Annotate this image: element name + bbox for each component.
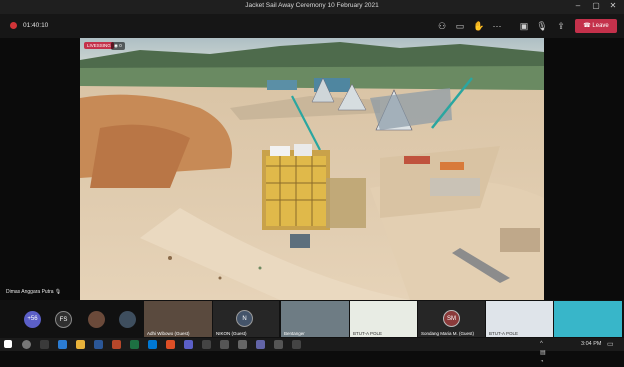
active-speaker-name: Dimas Anggara Putra 🎙 (6, 289, 61, 295)
leave-label: Leave (592, 23, 609, 29)
taskbar-clock[interactable]: 3:04 PM (581, 341, 601, 347)
mic-icon: 🎙 (54, 289, 62, 295)
tile-label: BTUT-A POLE (489, 331, 519, 336)
app-icon-6[interactable] (292, 340, 301, 349)
tile-label: NIKON (Guest) (216, 331, 247, 336)
camera-icon[interactable]: ▣ (517, 19, 531, 33)
edge-icon[interactable] (58, 340, 67, 349)
close-window-icon[interactable]: ✕ (607, 1, 619, 11)
window-titlebar: Jacket Sail Away Ceremony 10 February 20… (0, 0, 624, 14)
participant-tile-1[interactable]: Adhi Wibowo (Guest) (144, 301, 212, 337)
participant-tile-5[interactable]: SM Sondang Maria M. (Guest) (418, 301, 485, 337)
share-screen-icon[interactable]: ⇪ (554, 19, 568, 33)
overflow-participants[interactable]: +56 (24, 311, 41, 328)
main-video (80, 38, 544, 300)
viewer-count-badge: ◉ 0 (111, 42, 125, 50)
avatar-fs[interactable]: FS (55, 311, 72, 328)
tile-label: Adhi Wibowo (Guest) (147, 331, 190, 336)
tray-icons[interactable]: ^ ▤ ◔ (540, 340, 549, 365)
raise-hand-icon[interactable]: ✋ (472, 19, 486, 33)
explorer-icon[interactable] (76, 340, 85, 349)
eye-icon: ◉ (114, 43, 118, 48)
participant-tile-6[interactable]: BTUT-A POLE (486, 301, 553, 337)
live-badge: LIVESSING (84, 42, 114, 49)
powerpoint-icon[interactable] (112, 340, 121, 349)
participant-tile-4[interactable]: BTUT-A POLE (350, 301, 417, 337)
viewer-count: 0 (119, 43, 122, 48)
speaker-name: Dimas Anggara Putra (6, 289, 54, 295)
teams-icon[interactable] (184, 340, 193, 349)
tile-label: BTUT-A POLE (353, 331, 383, 336)
start-icon[interactable] (4, 340, 12, 348)
app-icon-3[interactable] (238, 340, 247, 349)
participant-tile-2[interactable]: N NIKON (Guest) (213, 301, 279, 337)
notification-icon[interactable]: ▭ (607, 340, 616, 349)
participants-icon[interactable]: ⚇ (435, 19, 449, 33)
recording-icon (10, 22, 17, 29)
avatar-photo-1[interactable] (88, 311, 105, 328)
more-actions-icon[interactable]: ⋯ (490, 19, 504, 33)
leave-button[interactable]: ☎ Leave (575, 19, 617, 33)
tile-label: Bentanger (284, 331, 305, 336)
window-title: Jacket Sail Away Ceremony 10 February 20… (245, 2, 379, 9)
participant-tile-7[interactable] (554, 301, 622, 337)
avatar-n: N (236, 310, 253, 327)
avatar-sm: SM (443, 310, 460, 327)
participant-tile-3[interactable]: Bentanger (281, 301, 349, 337)
tile-label: Sondang Maria M. (Guest) (421, 331, 475, 336)
microphone-icon[interactable]: 🎙 (535, 19, 549, 33)
meeting-timer: 01:40:10 (23, 22, 49, 29)
chat-icon[interactable]: ▭ (453, 19, 467, 33)
word-icon[interactable] (94, 340, 103, 349)
app-icon-1[interactable] (202, 340, 211, 349)
excel-icon[interactable] (130, 340, 139, 349)
app-icon-2[interactable] (220, 340, 229, 349)
phone-icon: ☎ (583, 23, 591, 29)
minimize-icon[interactable]: – (572, 1, 584, 11)
construction-site-image (80, 38, 544, 300)
task-view-icon[interactable] (40, 340, 49, 349)
outlook-icon[interactable] (148, 340, 157, 349)
search-icon[interactable] (22, 340, 31, 349)
maximize-icon[interactable]: ▢ (590, 1, 602, 11)
app-icon-5[interactable] (274, 340, 283, 349)
chrome-icon[interactable] (166, 340, 175, 349)
avatar-photo-2[interactable] (119, 311, 136, 328)
app-icon-4[interactable] (256, 340, 265, 349)
